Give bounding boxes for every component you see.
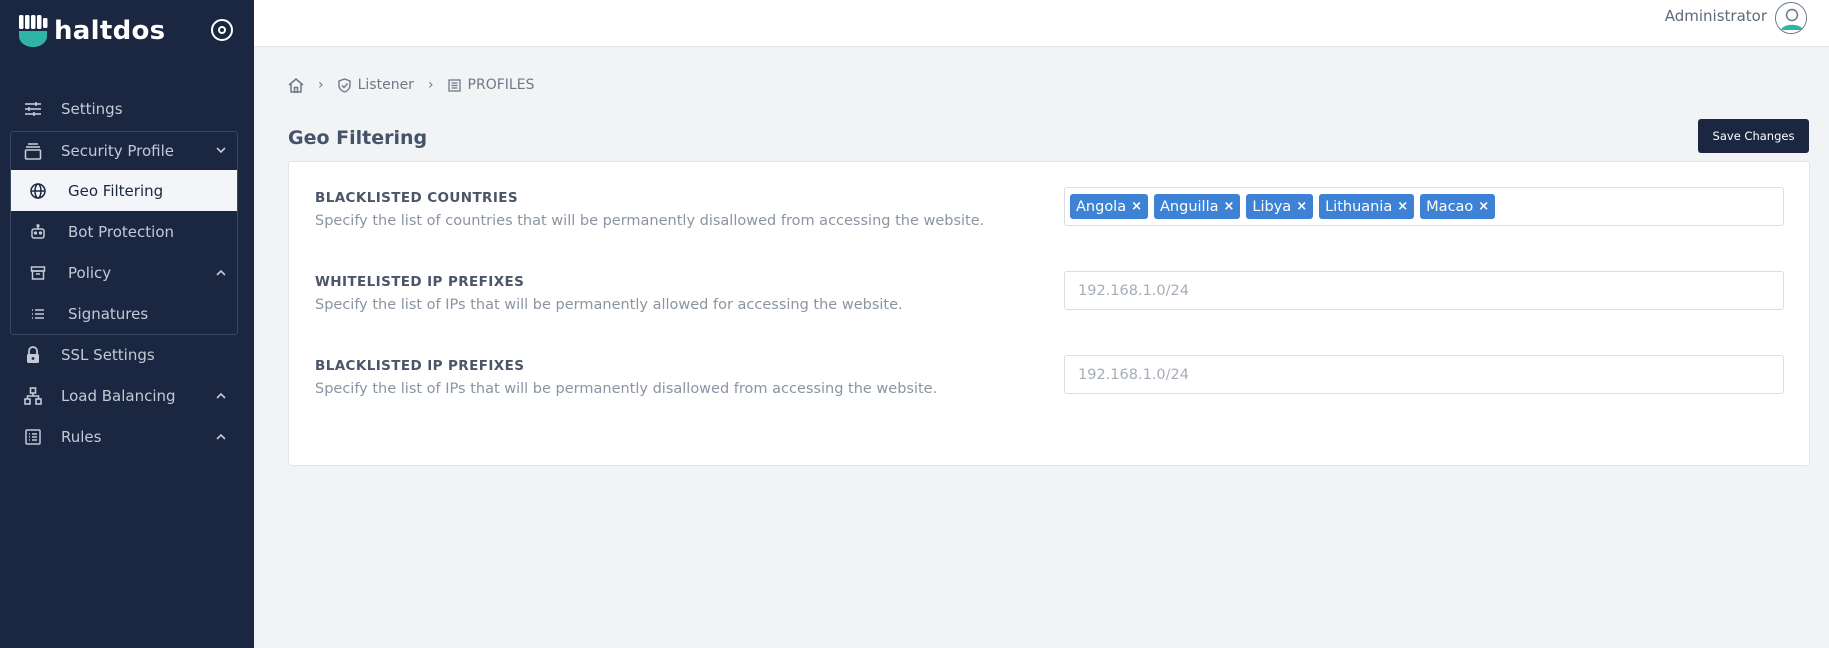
sidebar-toggle-button[interactable]: [211, 19, 233, 41]
sliders-icon: [22, 98, 44, 120]
sidebar-item-label: Signatures: [68, 304, 149, 323]
shield-check-icon: [337, 77, 351, 93]
layers-icon: [22, 140, 44, 162]
tag: Macao ×: [1420, 194, 1496, 219]
target-icon: [218, 26, 226, 34]
remove-tag-icon[interactable]: ×: [1296, 199, 1307, 214]
hierarchy-icon: [22, 385, 44, 407]
blacklisted-ip-input[interactable]: [1065, 356, 1783, 393]
robot-icon: [28, 222, 48, 242]
save-changes-button[interactable]: Save Changes: [1698, 119, 1809, 153]
breadcrumb-home[interactable]: [288, 77, 304, 93]
blacklisted-countries-input[interactable]: Angola × Anguilla × Libya × Lithuania × Maca…: [1064, 187, 1784, 226]
sidebar: haltdos Settings Security Profile Geo Fi…: [0, 0, 254, 648]
sidebar-item-label: Bot Protection: [68, 222, 175, 241]
remove-tag-icon[interactable]: ×: [1478, 199, 1489, 214]
tag: Anguilla ×: [1154, 194, 1241, 219]
breadcrumb-separator: ›: [318, 77, 324, 93]
breadcrumb-listener[interactable]: Listener: [337, 77, 414, 93]
sidebar-item-settings[interactable]: Settings: [0, 88, 254, 129]
lock-icon: [22, 344, 44, 366]
breadcrumb-profiles[interactable]: PROFILES: [447, 77, 535, 93]
globe-icon: [28, 181, 48, 201]
breadcrumb-label: Listener: [357, 77, 414, 93]
sidebar-item-label: Settings: [61, 99, 123, 118]
sidebar-item-signatures[interactable]: Signatures: [11, 293, 237, 334]
field-description: Specify the list of IPs that will be per…: [315, 381, 938, 397]
user-avatar-icon: [1776, 3, 1806, 33]
sidebar-item-label: Load Balancing: [61, 386, 176, 405]
sidebar-item-load-balancing[interactable]: Load Balancing: [0, 375, 254, 416]
tag-label: Angola: [1076, 198, 1127, 215]
tag: Angola ×: [1070, 194, 1149, 219]
tag-label: Anguilla: [1160, 198, 1219, 215]
list-box-icon: [447, 78, 461, 92]
sidebar-item-label: Policy: [68, 263, 112, 282]
whitelisted-ip-field-box: [1064, 271, 1784, 310]
user-name[interactable]: Administrator: [1665, 7, 1767, 25]
sidebar-item-label: Security Profile: [61, 141, 175, 160]
sidebar-item-policy[interactable]: Policy: [11, 252, 237, 293]
chevron-up-icon: [214, 266, 228, 280]
field-title: WHITELISTED IP PREFIXES: [315, 274, 525, 290]
archive-icon: [28, 263, 48, 283]
tag-label: Libya: [1252, 198, 1292, 215]
remove-tag-icon[interactable]: ×: [1397, 199, 1408, 214]
whitelisted-ip-input[interactable]: [1065, 272, 1783, 309]
chevron-down-icon: [214, 144, 228, 158]
top-bar: Administrator: [254, 0, 1829, 47]
remove-tag-icon[interactable]: ×: [1131, 199, 1142, 214]
sidebar-item-ssl-settings[interactable]: SSL Settings: [0, 334, 254, 375]
tag-label: Lithuania: [1325, 198, 1393, 215]
tag-label: Macao: [1426, 198, 1474, 215]
sidebar-item-security-profile[interactable]: Security Profile: [0, 130, 254, 171]
blacklisted-ip-field-box: [1064, 355, 1784, 394]
field-title: BLACKLISTED COUNTRIES: [315, 190, 519, 206]
home-icon: [288, 77, 304, 93]
sidebar-item-label: Rules: [61, 427, 102, 446]
sidebar-item-geo-filtering[interactable]: Geo Filtering: [11, 170, 237, 211]
field-description: Specify the list of IPs that will be per…: [315, 297, 903, 313]
brand-name: haltdos: [54, 16, 166, 46]
tag-list: Angola × Anguilla × Libya × Lithuania × Maca…: [1070, 194, 1501, 219]
sidebar-item-rules[interactable]: Rules: [0, 416, 254, 457]
sidebar-item-bot-protection[interactable]: Bot Protection: [11, 211, 237, 252]
breadcrumb-label: PROFILES: [467, 77, 535, 93]
tag: Lithuania ×: [1319, 194, 1415, 219]
page-title: Geo Filtering: [288, 127, 428, 149]
list-icon: [28, 304, 48, 324]
breadcrumb-separator: ›: [427, 77, 434, 93]
chevron-up-icon: [214, 389, 228, 403]
chevron-up-icon: [214, 430, 228, 444]
avatar[interactable]: [1775, 2, 1807, 34]
settings-card: BLACKLISTED COUNTRIES Specify the list o…: [288, 161, 1810, 466]
list-box-icon: [22, 426, 44, 448]
breadcrumb: › Listener › PROFILES: [288, 74, 534, 96]
sidebar-item-label: SSL Settings: [61, 345, 155, 364]
brand[interactable]: haltdos: [18, 14, 165, 48]
sidebar-item-label: Geo Filtering: [68, 181, 164, 200]
field-description: Specify the list of countries that will …: [315, 213, 985, 229]
fist-logo-icon: [19, 15, 48, 47]
tag: Libya ×: [1246, 194, 1314, 219]
remove-tag-icon[interactable]: ×: [1224, 199, 1235, 214]
field-title: BLACKLISTED IP PREFIXES: [315, 358, 525, 374]
